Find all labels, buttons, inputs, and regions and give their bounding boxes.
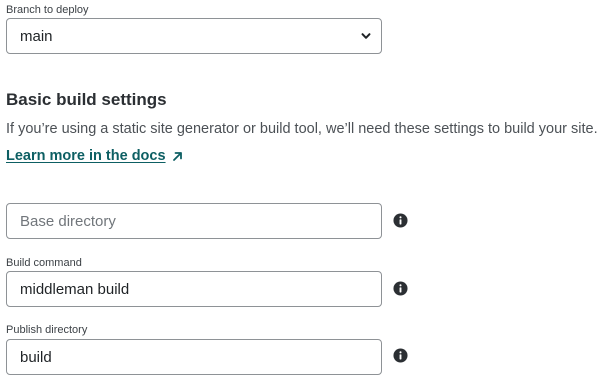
publish-directory-label: Publish directory (6, 324, 88, 336)
info-icon[interactable] (393, 281, 408, 296)
publish-directory-field[interactable]: build (6, 339, 382, 375)
branch-label: Branch to deploy (6, 4, 89, 16)
info-icon[interactable] (393, 348, 408, 363)
build-command-value: middleman build (20, 280, 130, 298)
docs-link-label: Learn more in the docs (6, 148, 166, 164)
docs-link[interactable]: Learn more in the docs (6, 148, 183, 164)
base-directory-placeholder: Base directory (20, 212, 116, 230)
branch-selected-value: main (20, 27, 53, 45)
section-description: If you’re using a static site generator … (6, 121, 598, 137)
publish-directory-value: build (20, 348, 52, 366)
build-command-field[interactable]: middleman build (6, 271, 382, 307)
build-command-label: Build command (6, 257, 82, 269)
section-heading: Basic build settings (6, 90, 167, 109)
branch-select[interactable]: main (6, 18, 382, 54)
arrow-up-right-icon (172, 151, 182, 161)
chevron-down-icon (361, 33, 371, 39)
base-directory-field[interactable]: Base directory (6, 203, 382, 239)
info-icon[interactable] (393, 213, 408, 228)
